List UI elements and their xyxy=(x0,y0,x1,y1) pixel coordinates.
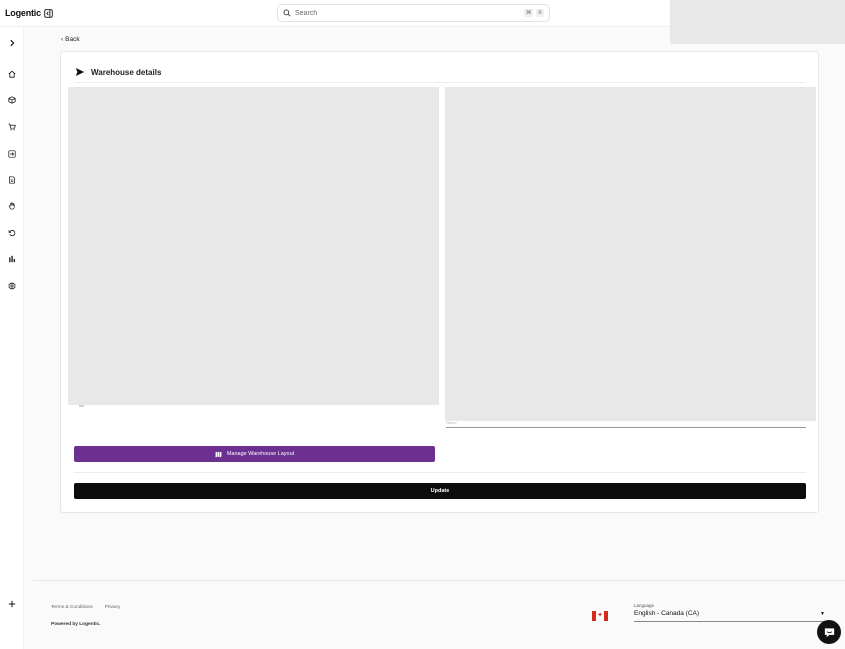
back-link[interactable]: ‹ Back xyxy=(61,36,80,43)
name-input-underline[interactable] xyxy=(446,427,806,428)
right-form-panel-placeholder xyxy=(445,87,816,421)
caret-down-icon: ▼ xyxy=(820,611,825,617)
chat-support-button[interactable] xyxy=(817,620,841,644)
shortcut-cmd-key: ⌘ xyxy=(523,9,534,17)
sidebar-item-orders[interactable] xyxy=(6,121,17,132)
powered-by: Powered by Logentic. xyxy=(51,622,101,627)
hidden-checkbox-peek xyxy=(79,405,84,407)
app-logo[interactable]: Logentic xyxy=(5,8,53,18)
language-select[interactable]: English - Canada (CA) ▼ xyxy=(634,610,827,622)
sidebar-item-products[interactable] xyxy=(6,94,17,105)
page-title: Warehouse details xyxy=(91,67,162,77)
chat-icon xyxy=(824,627,834,637)
login-icon xyxy=(7,149,16,158)
footer-divider xyxy=(33,580,845,581)
collapse-sidebar-icon[interactable] xyxy=(44,8,53,18)
update-button[interactable]: Update xyxy=(74,483,806,499)
manage-warehouse-layout-button[interactable]: Manage Warehouse Layout xyxy=(74,446,435,462)
language-value: English - Canada (CA) xyxy=(634,610,700,617)
privacy-link[interactable]: Privacy xyxy=(105,605,121,610)
left-form-panel-placeholder xyxy=(68,87,439,405)
header-placeholder xyxy=(670,0,845,44)
hand-icon xyxy=(8,201,15,210)
map-icon xyxy=(215,451,222,457)
sidebar-item-home[interactable] xyxy=(6,68,17,79)
sidebar-expand[interactable] xyxy=(6,37,17,48)
chevron-left-icon: ‹ xyxy=(61,36,64,43)
sidebar-item-returns[interactable] xyxy=(6,227,17,238)
sidebar-item-settings[interactable] xyxy=(6,280,17,291)
language-label: Language xyxy=(634,603,655,608)
divider xyxy=(74,82,806,83)
search-bar[interactable]: ⌘ K xyxy=(277,4,550,22)
search-icon xyxy=(283,9,291,17)
card-header: Warehouse details xyxy=(75,67,161,77)
sidebar-add[interactable] xyxy=(6,598,17,609)
box-icon xyxy=(7,95,16,104)
cart-icon xyxy=(8,123,16,130)
warehouse-details-card: Warehouse details Name Manage Warehouse … xyxy=(60,51,819,513)
manage-layout-label: Manage Warehouse Layout xyxy=(226,451,295,457)
divider xyxy=(74,472,806,473)
sidebar xyxy=(0,27,24,649)
plus-icon xyxy=(8,600,15,607)
chevron-right-icon xyxy=(9,39,14,46)
sidebar-item-documents[interactable] xyxy=(6,174,17,185)
undo-icon xyxy=(8,229,15,236)
document-icon xyxy=(8,175,15,184)
send-icon xyxy=(75,68,85,76)
footer-links: Terms & Conditions Privacy xyxy=(51,605,120,610)
canada-flag-icon: ✦ xyxy=(592,611,608,621)
brand-name: Logentic xyxy=(5,8,41,18)
name-field-label-peek: Name xyxy=(446,421,457,424)
back-label: Back xyxy=(65,36,80,43)
gear-icon xyxy=(7,281,16,290)
search-input[interactable] xyxy=(295,9,521,17)
terms-link[interactable]: Terms & Conditions xyxy=(51,605,93,610)
shortcut-k-key: K xyxy=(536,9,544,17)
sidebar-item-picking[interactable] xyxy=(6,200,17,211)
sidebar-item-inbound[interactable] xyxy=(6,148,17,159)
home-icon xyxy=(8,70,15,78)
bar-chart-icon xyxy=(8,255,15,262)
sidebar-item-reports[interactable] xyxy=(6,253,17,264)
